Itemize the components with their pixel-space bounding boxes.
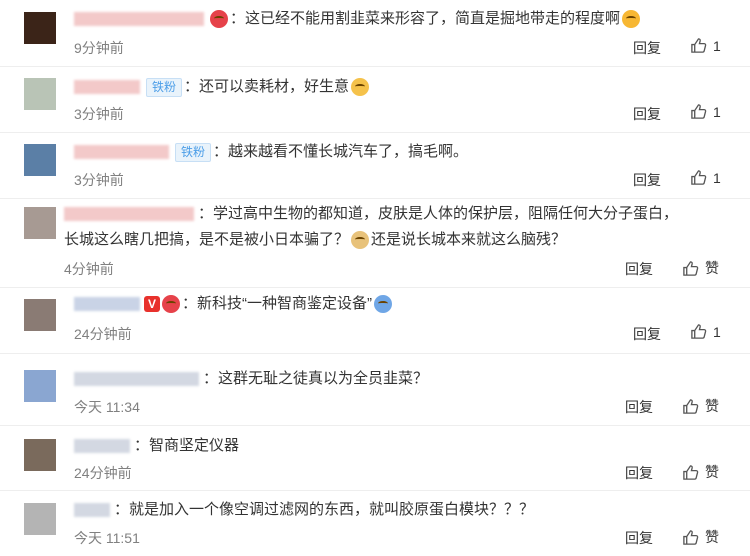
- comment-item: V ：新科技“一种智商鉴定设备” 24分钟前 回复 1: [0, 288, 750, 354]
- comment-text-line2b: 还是说长城本来就这么脑残？: [371, 231, 567, 248]
- like-button[interactable]: 赞: [682, 462, 719, 482]
- username[interactable]: [74, 12, 204, 27]
- avatar[interactable]: [24, 207, 56, 239]
- emoji-icon: [210, 10, 228, 29]
- comment-text-line1: ：学过高中生物的都知道，皮肤是人体的保护层，阻隔任何大分子蛋白，: [198, 205, 679, 222]
- username[interactable]: [64, 207, 194, 222]
- like-button[interactable]: 赞: [682, 258, 719, 278]
- timestamp: 3分钟前: [74, 172, 124, 188]
- avatar[interactable]: [24, 503, 56, 535]
- comment-content: V ：新科技“一种智商鉴定设备”: [74, 291, 720, 317]
- reply-button[interactable]: 回复: [633, 170, 661, 190]
- comment-text: ：智商坚定仪器: [134, 437, 240, 454]
- comment-content: ：学过高中生物的都知道，皮肤是人体的保护层，阻隔任何大分子蛋白， 长城这么瞎几把…: [64, 201, 720, 253]
- comment-item: ：就是加入一个像空调过滤网的东西，就叫胶原蛋白模块？？？ 今天 11:51 回复…: [0, 491, 750, 556]
- like-count: 1: [713, 37, 721, 54]
- comment-content: ：就是加入一个像空调过滤网的东西，就叫胶原蛋白模块？？？: [74, 497, 720, 523]
- like-button[interactable]: 赞: [682, 396, 719, 416]
- timestamp: 今天 11:51: [74, 530, 140, 546]
- like-count: 1: [713, 323, 721, 340]
- comment-item: ：学过高中生物的都知道，皮肤是人体的保护层，阻隔任何大分子蛋白， 长城这么瞎几把…: [0, 199, 750, 288]
- avatar[interactable]: [24, 439, 56, 471]
- like-label: 赞: [705, 398, 719, 414]
- comment-text: ：就是加入一个像空调过滤网的东西，就叫胶原蛋白模块？？？: [114, 501, 535, 518]
- fan-badge[interactable]: 铁粉: [146, 77, 183, 97]
- thumb-up-icon: [683, 260, 699, 276]
- comment-text-line2: 长城这么瞎几把搞，是不是被小日本骗了？: [64, 231, 350, 248]
- comment-content: ：这群无耻之徒真以为全员韭菜？: [74, 366, 720, 392]
- timestamp: 24分钟前: [74, 326, 132, 342]
- reply-button[interactable]: 回复: [625, 463, 653, 483]
- timestamp: 3分钟前: [74, 106, 124, 122]
- comment-content: ：这已经不能用割韭菜来形容了，简直是掘地带走的程度啊: [74, 6, 720, 32]
- comment-text: ：越来越看不懂长城汽车了，搞毛啊。: [213, 143, 469, 160]
- laugh-emoji-icon: [622, 10, 641, 29]
- comment-content: 铁粉 ：越来越看不懂长城汽车了，搞毛啊。: [74, 139, 720, 165]
- like-button[interactable]: 1: [690, 169, 721, 186]
- thumb-up-icon: [691, 324, 707, 339]
- avatar[interactable]: [24, 370, 56, 402]
- comment-text: ：还可以卖耗材，好生意: [184, 78, 350, 95]
- comment-text: ：这已经不能用割韭菜来形容了，简直是掘地带走的程度啊: [230, 10, 621, 27]
- emoji-icon: [162, 295, 180, 314]
- username[interactable]: [74, 503, 110, 518]
- thumb-up-icon: [683, 398, 699, 414]
- comment-text: ：新科技“一种智商鉴定设备”: [182, 295, 372, 312]
- timestamp: 24分钟前: [74, 465, 132, 481]
- timestamp: 4分钟前: [64, 261, 114, 277]
- reply-button[interactable]: 回复: [633, 104, 661, 124]
- comment-item: 铁粉 ：越来越看不懂长城汽车了，搞毛啊。 3分钟前 回复 1: [0, 133, 750, 199]
- like-button[interactable]: 1: [690, 323, 721, 340]
- dog-emoji-icon: [351, 231, 370, 250]
- avatar[interactable]: [24, 144, 56, 176]
- timestamp: 今天 11:34: [74, 399, 140, 415]
- comment-item: 铁粉 ：还可以卖耗材，好生意 3分钟前 回复 1: [0, 67, 750, 133]
- thumb-up-icon: [683, 529, 699, 545]
- reply-button[interactable]: 回复: [633, 38, 661, 58]
- like-button[interactable]: 1: [690, 103, 721, 120]
- username[interactable]: [74, 145, 169, 160]
- like-label: 赞: [705, 529, 719, 545]
- fan-badge[interactable]: 铁粉: [175, 142, 212, 162]
- avatar[interactable]: [24, 78, 56, 110]
- like-label: 赞: [705, 260, 719, 276]
- username[interactable]: [74, 80, 140, 95]
- reply-button[interactable]: 回复: [625, 259, 653, 279]
- avatar[interactable]: [24, 12, 56, 44]
- comment-item: ：智商坚定仪器 24分钟前 回复 赞: [0, 426, 750, 491]
- thumb-up-icon: [691, 104, 707, 119]
- username[interactable]: [74, 372, 199, 387]
- comment-item: ：这群无耻之徒真以为全员韭菜？ 今天 11:34 回复 赞: [0, 354, 750, 426]
- username[interactable]: [74, 297, 140, 312]
- thumb-up-icon: [683, 464, 699, 480]
- like-button[interactable]: 1: [690, 37, 721, 54]
- like-button[interactable]: 赞: [682, 527, 719, 547]
- username[interactable]: [74, 439, 130, 454]
- comment-text: ：这群无耻之徒真以为全员韭菜？: [203, 370, 429, 387]
- verified-badge: V: [144, 296, 160, 313]
- comment-item: ：这已经不能用割韭菜来形容了，简直是掘地带走的程度啊 9分钟前 回复 1: [0, 0, 750, 67]
- emoji-icon: [374, 295, 392, 314]
- reply-button[interactable]: 回复: [633, 324, 661, 344]
- comment-content: ：智商坚定仪器: [74, 433, 720, 459]
- reply-button[interactable]: 回复: [625, 397, 653, 417]
- thumb-up-icon: [691, 38, 707, 53]
- crying-emoji-icon: [351, 78, 370, 97]
- comment-content: 铁粉 ：还可以卖耗材，好生意: [74, 74, 720, 100]
- thumb-up-icon: [691, 170, 707, 185]
- reply-button[interactable]: 回复: [625, 528, 653, 548]
- comment-list: ：这已经不能用割韭菜来形容了，简直是掘地带走的程度啊 9分钟前 回复 1 铁粉：…: [0, 0, 750, 556]
- like-count: 1: [713, 169, 721, 186]
- timestamp: 9分钟前: [74, 40, 124, 56]
- avatar[interactable]: [24, 299, 56, 331]
- like-label: 赞: [705, 464, 719, 480]
- like-count: 1: [713, 103, 721, 120]
